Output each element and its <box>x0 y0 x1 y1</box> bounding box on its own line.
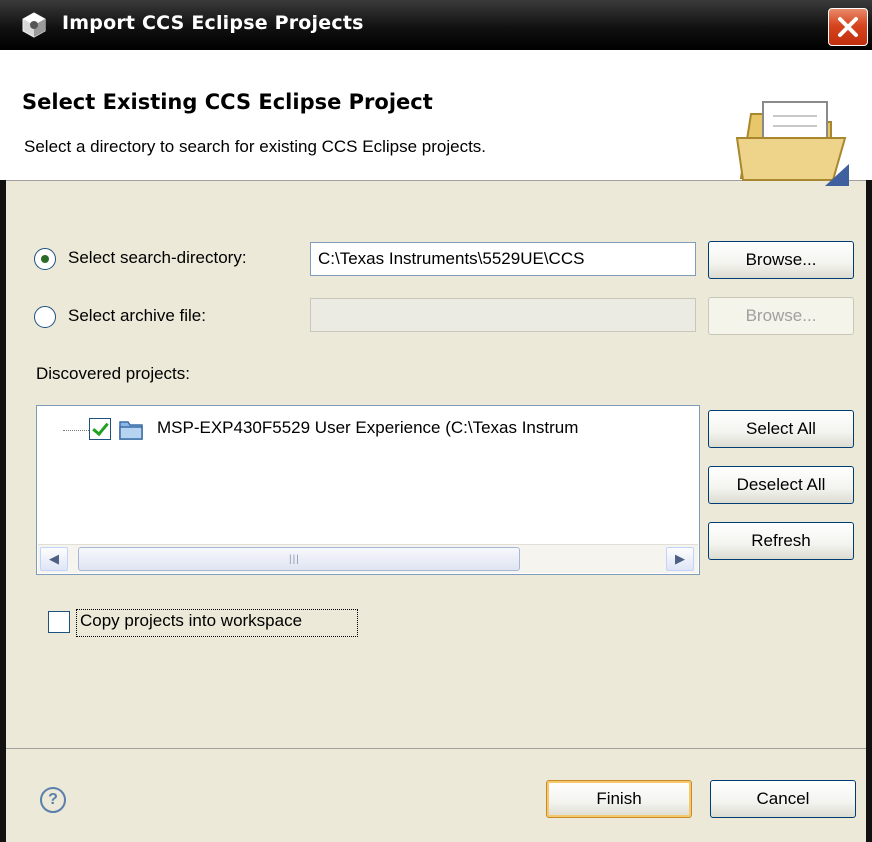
help-icon[interactable]: ? <box>40 787 66 813</box>
deselect-all-button[interactable]: Deselect All <box>708 466 854 504</box>
search-directory-label: Select search-directory: <box>68 248 247 267</box>
chevron-left-icon: ◀ <box>49 551 59 566</box>
folder-icon <box>119 421 143 440</box>
search-directory-radio[interactable] <box>34 248 56 270</box>
finish-button[interactable]: Finish <box>546 780 692 818</box>
project-item-label[interactable]: MSP-EXP430F5529 User Experience (C:\Texa… <box>157 418 578 438</box>
archive-file-radio[interactable] <box>34 306 56 328</box>
window-title: Import CCS Eclipse Projects <box>62 12 364 34</box>
archive-file-label: Select archive file: <box>68 306 206 325</box>
copy-projects-label[interactable]: Copy projects into workspace <box>80 611 302 631</box>
wizard-header: Select Existing CCS Eclipse Project Sele… <box>0 50 872 186</box>
copy-projects-checkbox[interactable] <box>48 611 70 633</box>
select-all-button[interactable]: Select All <box>708 410 854 448</box>
scrollbar-thumb[interactable]: ||| <box>78 547 520 571</box>
browse-archive-button[interactable]: Browse... <box>708 297 854 335</box>
grip-icon: ||| <box>289 554 300 565</box>
gear-cube-icon <box>22 12 46 38</box>
scroll-right-button[interactable]: ▶ <box>666 547 694 571</box>
scroll-left-button[interactable]: ◀ <box>40 547 68 571</box>
projects-tree[interactable]: MSP-EXP430F5529 User Experience (C:\Texa… <box>36 405 700 575</box>
horizontal-scrollbar[interactable]: ◀ ||| ▶ <box>38 544 698 573</box>
tree-connector <box>63 430 91 431</box>
open-folder-icon <box>735 101 849 186</box>
close-button[interactable] <box>828 8 868 46</box>
window-border-left <box>0 180 6 842</box>
page-description: Select a directory to search for existin… <box>24 137 487 156</box>
title-bar[interactable]: Import CCS Eclipse Projects <box>0 0 872 50</box>
page-title: Select Existing CCS Eclipse Project <box>22 90 433 114</box>
refresh-button[interactable]: Refresh <box>708 522 854 560</box>
close-icon <box>838 17 858 37</box>
window-border-right <box>866 180 872 842</box>
footer-separator <box>6 748 866 749</box>
cancel-button[interactable]: Cancel <box>710 780 856 818</box>
discovered-projects-label: Discovered projects: <box>36 364 191 383</box>
project-checkbox[interactable] <box>89 418 111 440</box>
browse-directory-button[interactable]: Browse... <box>708 241 854 279</box>
import-dialog: Import CCS Eclipse Projects Select Exist… <box>0 0 872 842</box>
chevron-right-icon: ▶ <box>675 551 685 566</box>
search-directory-input[interactable]: C:\Texas Instruments\5529UE\CCS <box>310 242 696 276</box>
archive-file-input[interactable] <box>310 298 696 332</box>
